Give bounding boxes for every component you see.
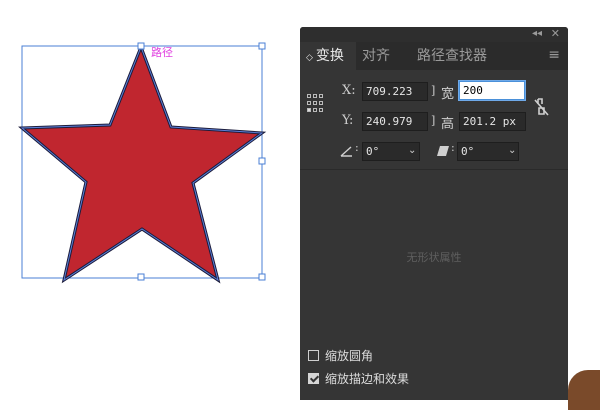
- scale-strokes-checkbox[interactable]: [308, 373, 319, 384]
- path-label: 路径: [151, 46, 173, 59]
- collapse-icon[interactable]: ◂◂: [532, 28, 542, 39]
- close-icon[interactable]: ✕: [551, 27, 560, 40]
- scale-corners-label: 缩放圆角: [325, 349, 374, 363]
- y-unit-mark: ]: [431, 114, 436, 127]
- width-input[interactable]: 200: [458, 80, 526, 101]
- x-unit-mark: ]: [431, 84, 436, 97]
- shear-icon: [437, 146, 449, 156]
- tab-transform-label: 变换: [315, 48, 344, 64]
- y-label: Y:: [342, 113, 354, 128]
- handle-bottom-center[interactable]: [137, 273, 145, 281]
- artwork-canvas[interactable]: [0, 0, 300, 400]
- panel-menu-icon[interactable]: ≡: [548, 47, 560, 63]
- panel-divider: [300, 169, 568, 170]
- scale-corners-checkbox[interactable]: [308, 350, 319, 361]
- rotate-colon: :: [355, 141, 359, 154]
- x-label: X:: [342, 83, 356, 98]
- panel-title-bar[interactable]: [300, 27, 568, 42]
- handle-top-right[interactable]: [258, 42, 266, 50]
- y-input[interactable]: 240.979: [362, 112, 428, 131]
- scale-strokes-option[interactable]: 缩放描边和效果: [308, 371, 409, 387]
- tab-bar: ◇ 变换 对齐 路径查找器: [300, 42, 568, 70]
- x-input[interactable]: 709.223: [362, 82, 428, 101]
- no-shape-properties-text: 无形状属性: [406, 251, 462, 264]
- tab-transform[interactable]: ◇ 变换: [300, 42, 356, 70]
- constrain-link-icon[interactable]: [532, 96, 552, 118]
- tab-align[interactable]: 对齐: [362, 42, 390, 70]
- background-artwork-fragment: [568, 370, 600, 410]
- rotate-icon: [340, 146, 352, 157]
- scale-strokes-label: 缩放描边和效果: [325, 372, 410, 386]
- handle-top-center[interactable]: [137, 42, 145, 50]
- handle-middle-right[interactable]: [258, 157, 266, 165]
- scale-corners-option[interactable]: 缩放圆角: [308, 348, 373, 364]
- height-input[interactable]: 201.2 px: [459, 112, 526, 131]
- handle-bottom-right[interactable]: [258, 273, 266, 281]
- shear-dropdown-icon[interactable]: ⌄: [508, 145, 516, 156]
- tab-pathfinder[interactable]: 路径查找器: [417, 42, 487, 70]
- rotate-dropdown-icon[interactable]: ⌄: [408, 145, 416, 156]
- transform-panel: ◂◂ ✕ ◇ 变换 对齐 路径查找器 ≡ X: 709.223 ] 宽 : 200…: [300, 27, 568, 400]
- tab-expand-icon: ◇: [306, 53, 313, 63]
- star-shape[interactable]: [18, 42, 267, 284]
- shear-colon: :: [451, 141, 455, 154]
- reference-point-icon[interactable]: [307, 94, 323, 114]
